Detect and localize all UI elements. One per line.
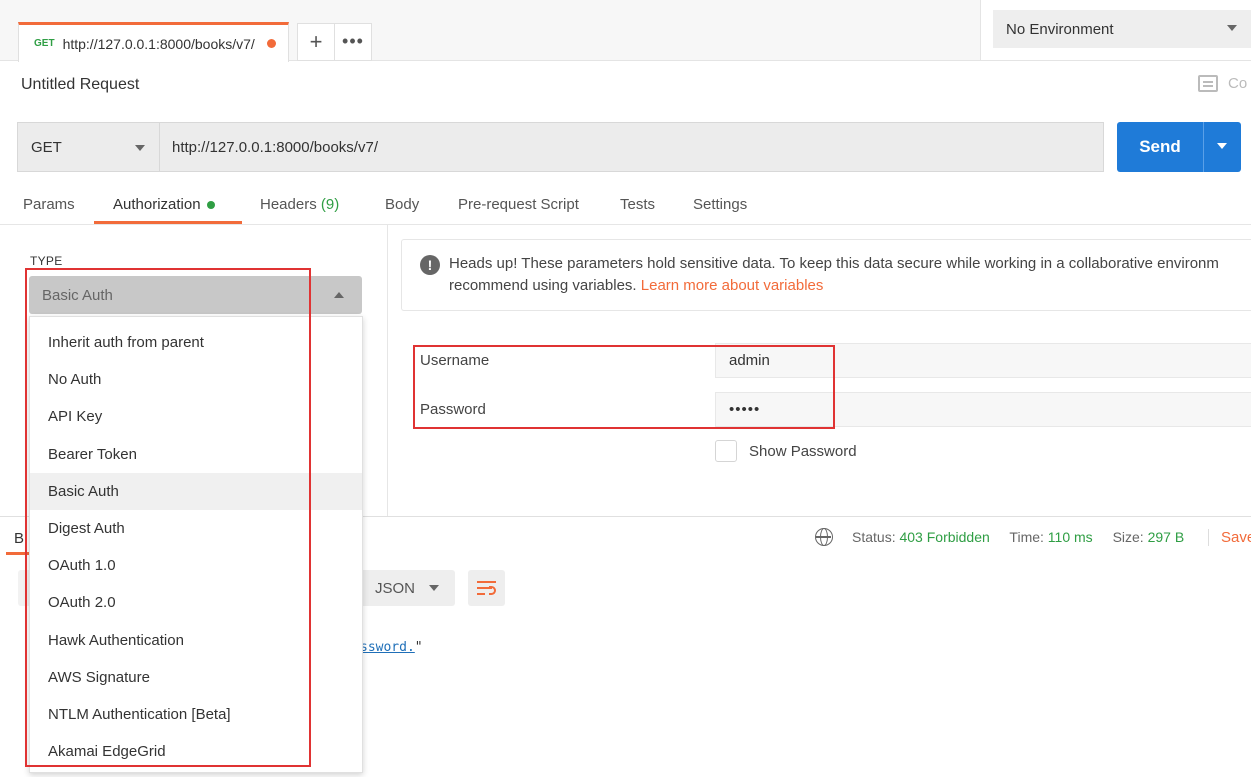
request-tab-url: http://127.0.0.1:8000/books/v7/ — [62, 35, 255, 52]
url-input[interactable]: http://127.0.0.1:8000/books/v7/ — [160, 122, 1104, 172]
chevron-up-icon — [334, 292, 344, 298]
request-tab-method: GET — [34, 38, 55, 49]
wrap-icon — [477, 581, 496, 583]
notice-text-continued: recommend using variables. — [449, 277, 637, 294]
response-format-select[interactable]: JSON — [362, 570, 455, 606]
response-body-quote: " — [414, 640, 423, 655]
highlight-box — [413, 345, 835, 429]
divider — [0, 224, 1251, 225]
request-tab[interactable]: GET http://127.0.0.1:8000/books/v7/ — [18, 22, 289, 62]
sensitive-data-notice — [401, 239, 1251, 311]
size-value[interactable]: 297 B — [1148, 529, 1185, 545]
tab-tests[interactable]: Tests — [620, 196, 655, 213]
tab-response-body[interactable]: B — [14, 530, 24, 547]
send-options-button[interactable] — [1203, 122, 1241, 172]
tab-params[interactable]: Params — [23, 196, 75, 213]
notice-text: Heads up! These parameters hold sensitiv… — [449, 255, 1219, 272]
comments-button[interactable]: Co — [1198, 75, 1247, 92]
chevron-down-icon — [135, 145, 145, 151]
method-select[interactable]: GET — [17, 122, 160, 172]
unsaved-dot-icon — [266, 39, 276, 48]
status-value[interactable]: 403 Forbidden — [899, 529, 989, 545]
wrap-lines-button[interactable] — [468, 570, 505, 606]
save-response-button[interactable]: Save — [1208, 529, 1251, 546]
time-value[interactable]: 110 ms — [1048, 529, 1093, 545]
show-password-checkbox[interactable] — [715, 440, 737, 462]
tab-settings[interactable]: Settings — [693, 196, 747, 213]
request-title[interactable]: Untitled Request — [21, 76, 139, 94]
environment-select[interactable]: No Environment — [993, 10, 1251, 48]
time-label: Time: — [1009, 529, 1044, 545]
highlight-box — [25, 268, 311, 767]
send-button[interactable]: Send — [1117, 122, 1203, 172]
more-tabs-button[interactable]: ••• — [334, 23, 372, 61]
size-label: Size: — [1112, 529, 1144, 545]
wrap-icon-arc — [489, 586, 496, 595]
comments-label: Co — [1228, 75, 1248, 92]
globe-icon[interactable] — [815, 528, 833, 546]
tab-headers-label: Headers — [260, 196, 317, 213]
response-body: ssword." — [360, 640, 423, 655]
response-meta: Status: 403 Forbidden Time: 110 ms Size:… — [852, 529, 1200, 545]
response-body-link[interactable]: ssword. — [360, 640, 415, 655]
new-tab-button[interactable]: + — [297, 23, 335, 61]
tab-body[interactable]: Body — [385, 196, 419, 213]
tab-authorization[interactable]: Authorization — [113, 196, 215, 213]
response-format-value: JSON — [375, 579, 416, 597]
active-dot-icon — [206, 201, 215, 210]
environment-select-value: No Environment — [1006, 20, 1114, 38]
show-password-label[interactable]: Show Password — [749, 443, 857, 460]
auth-type-label: TYPE — [30, 254, 63, 268]
learn-more-variables-link[interactable]: Learn more about variables — [641, 277, 824, 294]
method-select-value: GET — [31, 138, 62, 156]
headers-count-badge: (9) — [320, 196, 340, 213]
chevron-down-icon — [429, 585, 439, 591]
notice-text-line2: recommend using variables. Learn more ab… — [449, 277, 823, 294]
comment-icon — [1198, 75, 1218, 92]
tab-headers[interactable]: Headers (9) — [260, 196, 339, 213]
chevron-down-icon — [1227, 25, 1237, 31]
divider — [387, 225, 388, 517]
tab-authorization-label: Authorization — [113, 196, 201, 213]
wrap-icon-line — [477, 593, 485, 595]
info-icon: ! — [420, 255, 440, 275]
status-label: Status: — [852, 529, 896, 545]
tab-prerequest-script[interactable]: Pre-request Script — [458, 196, 579, 213]
